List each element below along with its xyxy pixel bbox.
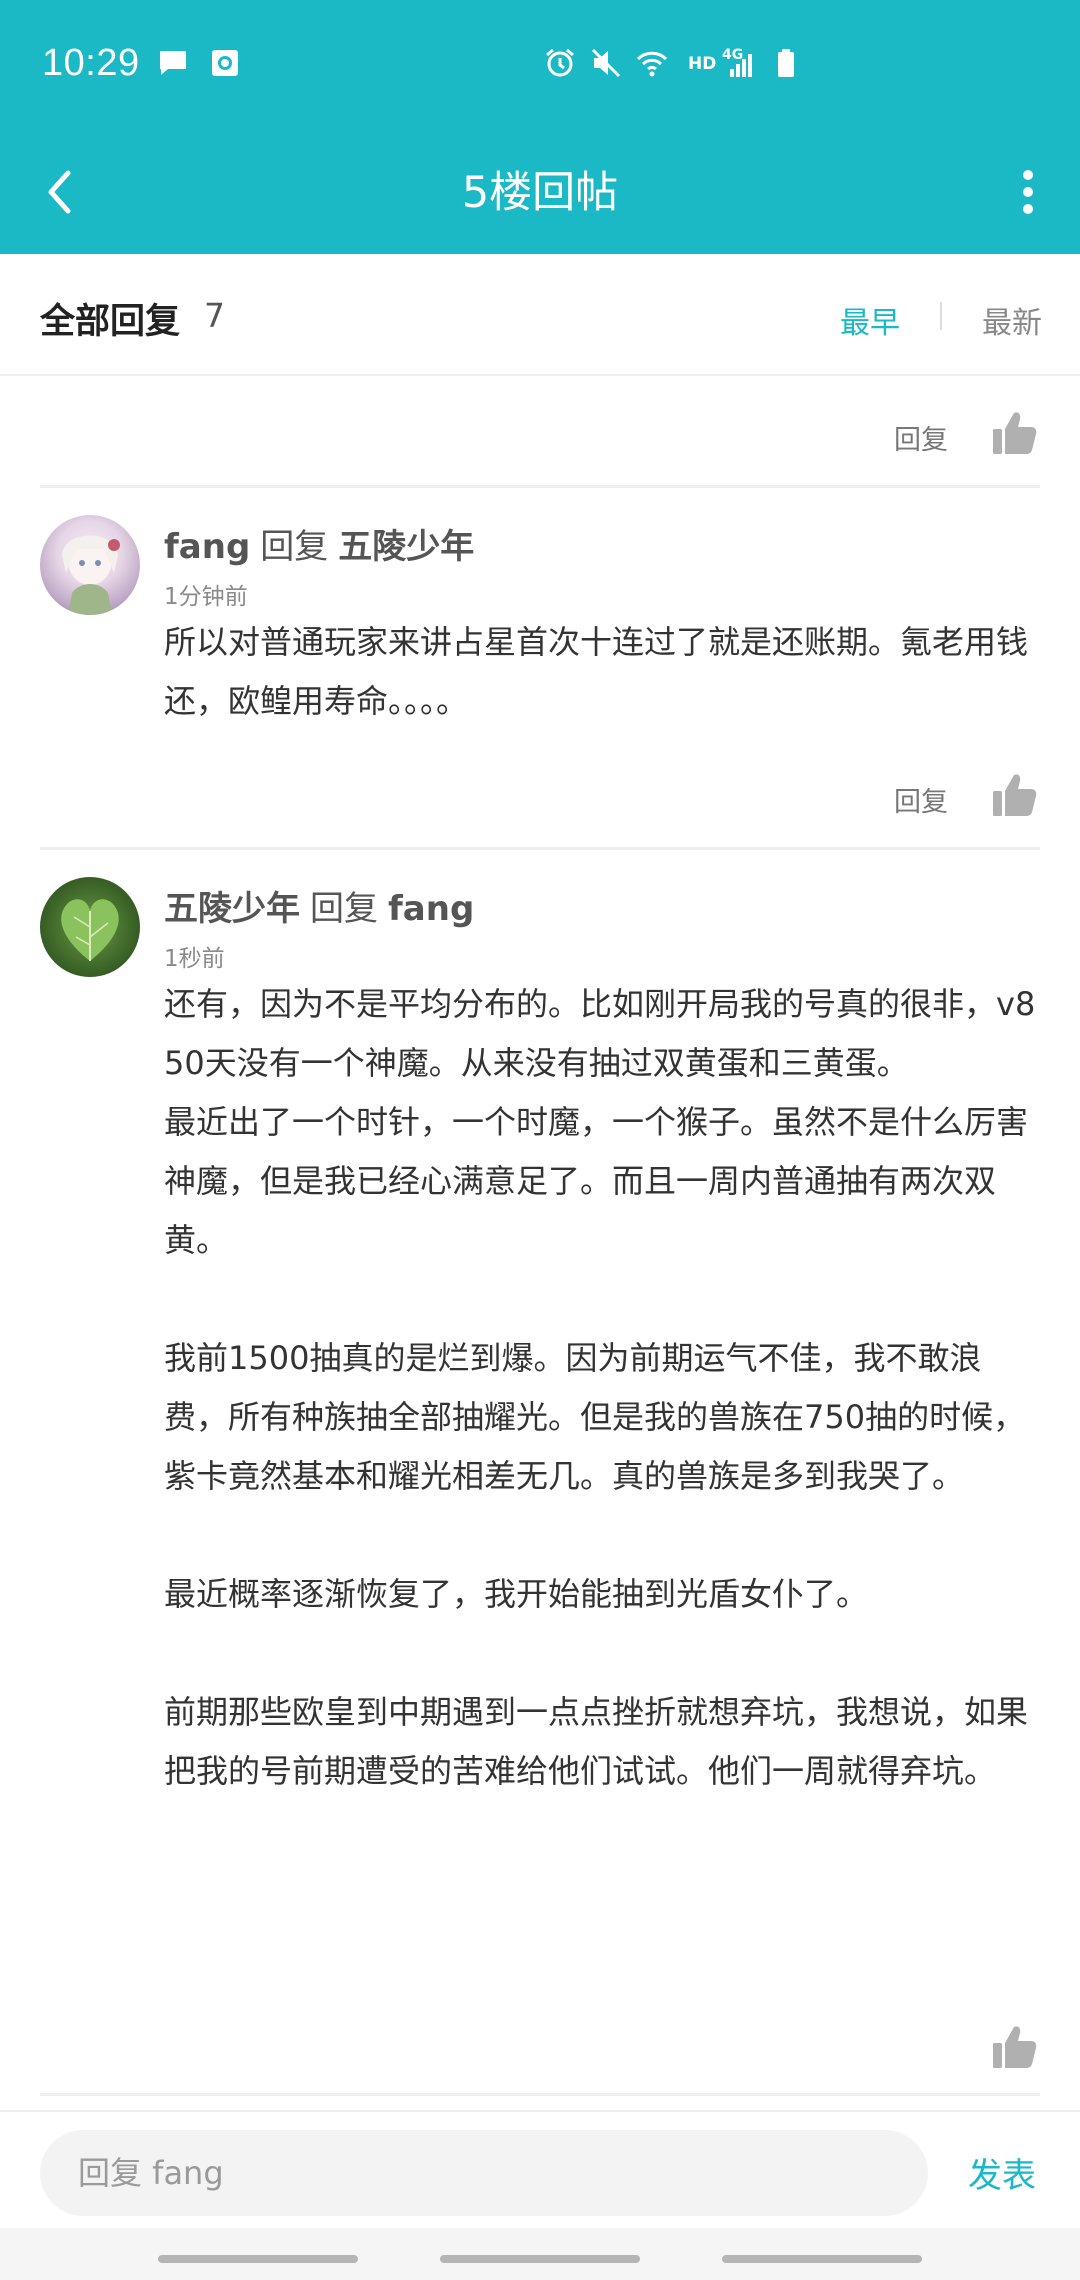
reply-target[interactable]: fang [388,889,474,929]
comment-paragraph: 我前1500抽真的是烂到爆。因为前期运气不佳，我不敢浪费，所有种族抽全部抽耀光。… [164,1339,1026,1495]
thumbs-up-icon[interactable] [990,2023,1038,2071]
battery-icon [778,49,794,77]
comment-item: fang 回复 五陵少年 1分钟前 所以对普通玩家来讲占星首次十连过了就是还账期。氪… [0,515,1080,735]
comment-time: 1秒前 [164,946,225,972]
comment-action-row: 回复 [0,392,1080,482]
thumbs-up-icon[interactable] [990,771,1038,819]
reply-target[interactable]: 五陵少年 [338,527,474,567]
comment-body[interactable]: 还有，因为不是平均分布的。比如刚开局我的号真的很非，v8 50天没有一个神魔。从… [164,975,1044,1801]
message-icon [160,51,186,75]
screen-record-icon [212,50,238,76]
comment-item: 五陵少年 回复 fang 1秒前 还有，因为不是平均分布的。比如刚开局我的号真的很非… [0,877,1080,1997]
comment-header: 五陵少年 回复 fang [164,881,474,930]
avatar[interactable] [40,877,140,977]
reply-sort-bar: 全部回复 7 最早 最新 [0,254,1080,376]
nav-home-button[interactable] [440,2255,640,2263]
avatar-image [62,535,120,615]
reply-button[interactable]: 回复 [894,780,948,819]
comment-paragraph: 前期那些欧皇到中期遇到一点点挫折就想弃坑，我想说，如果把我的号前期遭受的苦难给他… [164,1693,1029,1790]
comment-paragraph: 所以对普通玩家来讲占星首次十连过了就是还账期。氪老用钱还，欧鳇用寿命。。。。 [164,623,1029,720]
comment-header: fang 回复 五陵少年 [164,519,474,568]
comment-body[interactable]: 所以对普通玩家来讲占星首次十连过了就是还账期。氪老用钱还，欧鳇用寿命。。。。 [164,613,1044,731]
nav-recent-button[interactable] [158,2255,358,2263]
status-bar: 10:29 HD 4G [0,0,1080,132]
avatar[interactable] [40,515,140,615]
sort-earliest-tab[interactable]: 最早 [840,298,900,342]
all-replies-title: 全部回复 [40,302,181,342]
app-top-bar: 10:29 HD 4G 5楼回帖 [0,0,1080,254]
reply-verb: 回复 [310,889,378,929]
page-title: 5楼回帖 [461,168,619,218]
more-vertical-icon [1023,170,1033,214]
comment-paragraph: 最近概率逐渐恢复了，我开始能抽到光盾女仆了。 [164,1575,869,1613]
thumbs-up-icon[interactable] [990,409,1038,457]
signal-4g-icon [730,54,752,77]
divider [40,485,1040,488]
hd-badge: HD [688,54,717,74]
send-button[interactable]: 发表 [968,2148,1036,2197]
comment-action-row [0,2006,1080,2096]
more-options-button[interactable] [998,154,1058,230]
reply-button[interactable]: 回复 [894,418,948,457]
reply-count: 7 [204,296,225,335]
comment-action-row: 回复 [0,754,1080,844]
status-time: 10:29 [42,42,140,84]
nav-back-button[interactable] [722,2255,922,2263]
system-navigation-bar [0,2228,1080,2280]
reply-verb: 回复 [260,527,329,567]
reply-composer: 发表 [0,2110,1080,2228]
mute-icon [591,48,621,78]
divider [40,2093,1040,2096]
comment-author[interactable]: 五陵少年 [164,889,300,929]
sort-divider [940,302,942,330]
avatar-image [61,899,119,961]
alarm-icon [546,48,574,77]
comment-paragraph: 还有，因为不是平均分布的。比如刚开局我的号真的很非，v8 50天没有一个神魔。从… [164,985,1036,1259]
comment-author[interactable]: fang [164,527,250,567]
divider [40,847,1040,850]
reply-input[interactable] [40,2130,928,2216]
sort-latest-tab[interactable]: 最新 [982,298,1042,342]
page-header: 5楼回帖 [0,132,1080,254]
wifi-icon [636,51,668,77]
comment-time: 1分钟前 [164,584,248,610]
